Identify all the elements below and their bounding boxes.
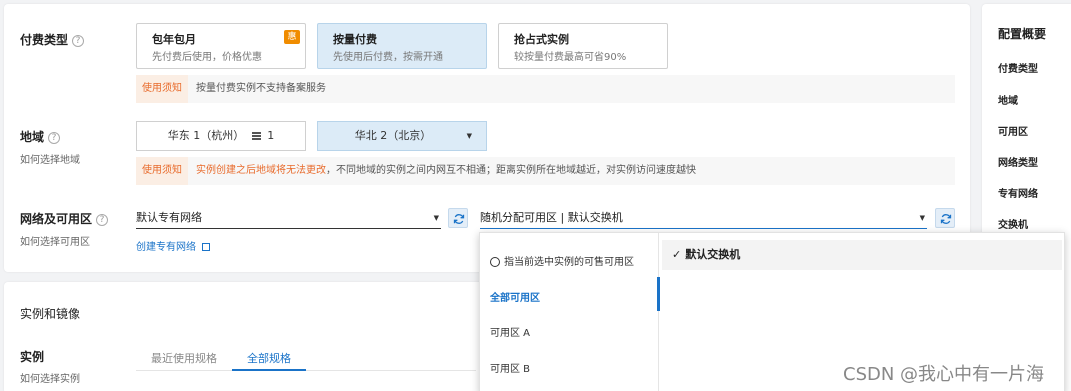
zone-help-link[interactable]: 如何选择可用区 (20, 233, 90, 248)
region-option-label: 华东 1（杭州） (167, 129, 245, 142)
billing-option-desc: 先付费后使用，价格优惠 (152, 52, 262, 63)
caret-down-icon: ▼ (919, 214, 925, 222)
zone-select-value: 随机分配可用区 | 默认交换机 (480, 211, 623, 224)
summary-item-vswitch: 交换机 (998, 220, 1028, 231)
network-label: 网络及可用区? (20, 210, 109, 227)
caret-down-icon: ▼ (466, 132, 472, 140)
zone-active-indicator (657, 277, 660, 311)
server-icon (251, 132, 261, 140)
notice-tag: 使用须知 (136, 75, 188, 103)
help-icon[interactable]: ? (96, 213, 109, 226)
notice-tag: 使用须知 (136, 157, 188, 185)
notice-warning: 实例创建之后地域将无法更改 (196, 165, 326, 176)
vswitch-option-label: 默认交换机 (685, 248, 741, 261)
region-option-label: 华北 2（北京） (354, 129, 432, 142)
zone-item-label: 指当前选中实例的可售可用区 (504, 257, 634, 268)
billing-label: 付费类型? (20, 31, 85, 48)
refresh-icon (453, 214, 465, 224)
summary-title: 配置概要 (998, 27, 1047, 41)
notice-message: 实例创建之后地域将无法更改，不同地域的实例之间内网互不相通；距离实例所在地域越近… (196, 157, 696, 185)
refresh-vpc-button[interactable] (448, 208, 468, 228)
refresh-icon (940, 214, 952, 224)
summary-item-vpc: 专有网络 (998, 189, 1038, 200)
notice-message: 按量付费实例不支持备案服务 (196, 83, 326, 94)
billing-option-subscription[interactable]: 包年包月 先付费后使用，价格优惠 惠 (136, 23, 306, 69)
zone-list: 指当前选中实例的可售可用区 全部可用区 可用区 A 可用区 B (480, 233, 660, 391)
billing-option-title: 包年包月 (152, 33, 196, 46)
billing-option-spot[interactable]: 抢占式实例 较按量付费最高可省90% (498, 23, 668, 69)
region-label-text: 地域 (20, 130, 45, 144)
summary-item-zone: 可用区 (998, 127, 1028, 138)
refresh-zone-button[interactable] (935, 208, 955, 228)
zone-item-all[interactable]: 全部可用区 (490, 289, 540, 304)
tab-baseline (136, 370, 476, 371)
billing-label-text: 付费类型 (20, 33, 69, 47)
summary-item-network-type: 网络类型 (998, 158, 1038, 169)
tab-all-specs[interactable]: 全部规格 (247, 350, 291, 366)
region-label: 地域? (20, 128, 61, 145)
zone-switch-select[interactable]: 随机分配可用区 | 默认交换机 ▼ (480, 207, 927, 229)
external-link-icon (202, 243, 211, 251)
create-vpc-link-text: 创建专有网络 (136, 242, 196, 253)
region-help-link[interactable]: 如何选择地域 (20, 151, 80, 166)
tab-recent-specs[interactable]: 最近使用规格 (151, 350, 217, 366)
billing-option-desc: 较按量付费最高可省90% (514, 52, 627, 63)
zone-item-a[interactable]: 可用区 A (490, 324, 530, 339)
billing-option-title: 按量付费 (333, 33, 377, 46)
billing-option-desc: 先使用后付费，按需开通 (333, 52, 443, 63)
discount-badge: 惠 (284, 30, 300, 44)
region-zone-count: 1 (267, 129, 275, 142)
help-icon[interactable]: ? (72, 34, 85, 47)
summary-item-region: 地域 (998, 96, 1018, 107)
vswitch-option-default[interactable]: ✓ 默认交换机 (662, 240, 1062, 270)
region-option-hangzhou[interactable]: 华东 1（杭州） 1 (136, 121, 306, 151)
watermark: CSDN @我心中有一片海 (843, 364, 1045, 385)
caret-down-icon: ▼ (433, 214, 439, 222)
create-vpc-link[interactable]: 创建专有网络 (136, 238, 211, 253)
vpc-select-value: 默认专有网络 (136, 211, 202, 224)
active-tab-indicator (232, 369, 306, 371)
vpc-select[interactable]: 默认专有网络 ▼ (136, 207, 441, 229)
billing-notice: 使用须知 按量付费实例不支持备案服务 (136, 75, 955, 103)
instance-section-title: 实例和镜像 (20, 307, 81, 321)
summary-item-billing: 付费类型 (998, 64, 1038, 75)
check-icon: ✓ (672, 248, 682, 261)
instance-help-link[interactable]: 如何选择实例 (20, 370, 80, 385)
notice-text: ，不同地域的实例之间内网互不相通；距离实例所在地域越近，对实例访问速度越快 (326, 165, 696, 176)
crosshair-icon (490, 257, 500, 267)
billing-option-title: 抢占式实例 (514, 33, 569, 46)
instance-label: 实例 (20, 350, 45, 364)
zone-filter-available[interactable]: 指当前选中实例的可售可用区 (490, 253, 634, 268)
network-label-text: 网络及可用区 (20, 212, 93, 226)
help-icon[interactable]: ? (48, 131, 61, 144)
region-option-beijing[interactable]: 华北 2（北京） ▼ (317, 121, 487, 151)
zone-item-b[interactable]: 可用区 B (490, 360, 530, 375)
region-notice: 使用须知 实例创建之后地域将无法更改，不同地域的实例之间内网互不相通；距离实例所… (136, 157, 955, 185)
billing-option-pay-as-you-go[interactable]: 按量付费 先使用后付费，按需开通 (317, 23, 487, 69)
